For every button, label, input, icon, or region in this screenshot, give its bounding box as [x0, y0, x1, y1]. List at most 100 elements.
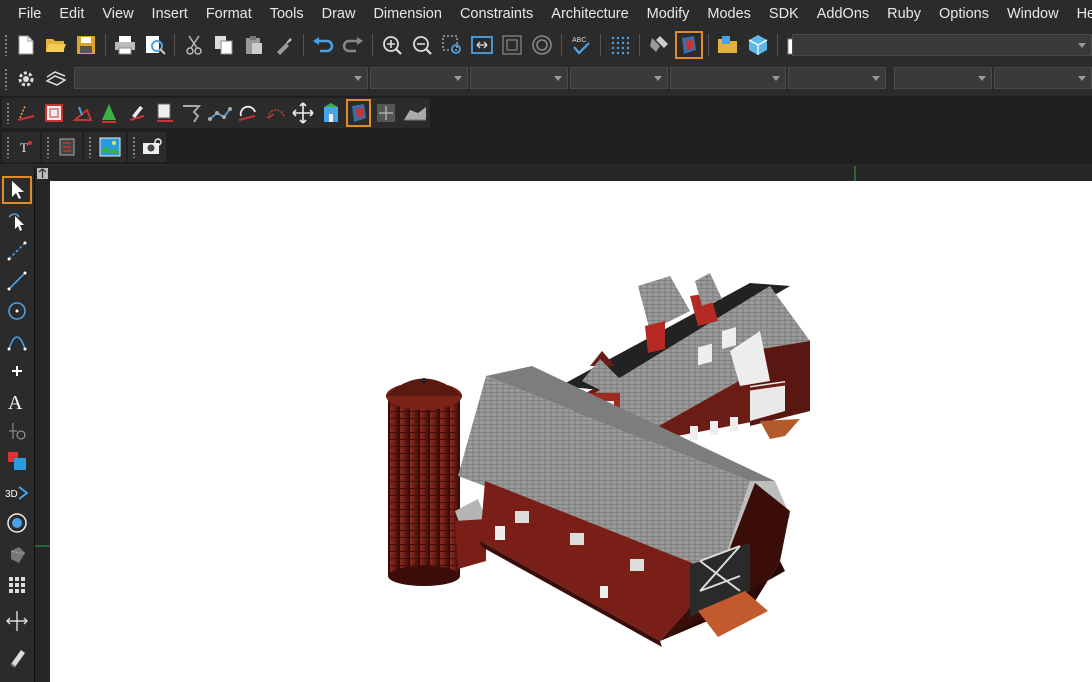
- menu-view[interactable]: View: [93, 0, 142, 28]
- match-properties-icon[interactable]: [271, 32, 297, 58]
- 3d-orbit-icon[interactable]: [3, 510, 31, 536]
- render-toolbar-row: [0, 96, 1092, 130]
- copy-icon[interactable]: [211, 32, 237, 58]
- render-icon[interactable]: [646, 32, 672, 58]
- render-setup-icon[interactable]: [15, 100, 39, 126]
- render-scene-icon[interactable]: [319, 100, 343, 126]
- render-spotlight-icon[interactable]: [98, 100, 122, 126]
- point-icon[interactable]: [3, 358, 31, 384]
- drawing-canvas[interactable]: [50, 181, 1092, 682]
- plotstyle-combo[interactable]: [670, 67, 786, 89]
- render-background-icon[interactable]: [125, 100, 149, 126]
- eraser-icon[interactable]: [3, 646, 31, 672]
- select-vertex-icon[interactable]: [3, 208, 31, 234]
- circle-icon[interactable]: [3, 298, 31, 324]
- grid-icon[interactable]: [3, 572, 31, 598]
- paste-icon[interactable]: [241, 32, 267, 58]
- menu-draw[interactable]: Draw: [313, 0, 365, 28]
- transparency-combo[interactable]: [788, 67, 886, 89]
- layer-list-icon[interactable]: [55, 134, 80, 160]
- color-combo[interactable]: [370, 67, 468, 89]
- text-style-icon[interactable]: T: [15, 134, 38, 160]
- lineweight-combo[interactable]: [570, 67, 668, 89]
- render-material-icon[interactable]: [42, 100, 66, 126]
- 3d-icon[interactable]: 3D: [3, 480, 31, 506]
- menu-help[interactable]: Help: [1068, 0, 1092, 28]
- toolbar-grip[interactable]: [4, 68, 8, 90]
- menu-insert[interactable]: Insert: [143, 0, 197, 28]
- toolbar-grip[interactable]: [4, 34, 8, 56]
- zoom-window-icon[interactable]: [439, 32, 465, 58]
- 3d-view-icon[interactable]: [745, 32, 771, 58]
- render-arc-icon[interactable]: [264, 100, 288, 126]
- save-icon[interactable]: [73, 32, 99, 58]
- spell-check-icon[interactable]: ABC: [568, 32, 594, 58]
- properties-toolbar: [0, 64, 71, 94]
- zoom-all-icon[interactable]: [499, 32, 525, 58]
- gear-icon[interactable]: [13, 66, 39, 92]
- zoom-out-icon[interactable]: [409, 32, 435, 58]
- stretch-icon[interactable]: [3, 608, 31, 634]
- toolbar-grip[interactable]: [6, 102, 10, 124]
- dimension-icon[interactable]: [3, 418, 31, 444]
- render-rotate-icon[interactable]: [236, 100, 260, 126]
- print-icon[interactable]: [112, 32, 138, 58]
- camera-icon[interactable]: [141, 134, 164, 160]
- explorer-icon[interactable]: [715, 32, 741, 58]
- line-icon[interactable]: [3, 268, 31, 294]
- menu-constraints[interactable]: Constraints: [451, 0, 542, 28]
- open-icon[interactable]: [43, 32, 69, 58]
- layer-hand-icon[interactable]: [43, 66, 69, 92]
- linetype-combo[interactable]: [470, 67, 568, 89]
- toolbar-separator: [105, 34, 106, 56]
- menu-format[interactable]: Format: [197, 0, 261, 28]
- render-fit-icon[interactable]: [374, 100, 398, 126]
- menu-architecture[interactable]: Architecture: [542, 0, 637, 28]
- dimstyle-combo[interactable]: [994, 67, 1092, 89]
- ruler-corner-icon[interactable]: [37, 168, 48, 179]
- toolbar-grip[interactable]: [88, 136, 92, 158]
- cut-icon[interactable]: [181, 32, 207, 58]
- toolbar-grip[interactable]: [46, 136, 50, 158]
- redo-icon[interactable]: [340, 32, 366, 58]
- text-icon[interactable]: A: [3, 388, 31, 414]
- undo-icon[interactable]: [310, 32, 336, 58]
- menu-tools[interactable]: Tools: [261, 0, 313, 28]
- zoom-in-icon[interactable]: [379, 32, 405, 58]
- render-land-icon[interactable]: [402, 100, 428, 126]
- menu-modify[interactable]: Modify: [638, 0, 699, 28]
- toolbar-grip[interactable]: [6, 136, 10, 158]
- textstyle-combo[interactable]: [894, 67, 992, 89]
- render-light-icon[interactable]: [70, 100, 94, 126]
- render-fog-icon[interactable]: [153, 100, 177, 126]
- new-icon[interactable]: [13, 32, 39, 58]
- print-preview-icon[interactable]: [142, 32, 168, 58]
- menu-window[interactable]: Window: [998, 0, 1068, 28]
- menu-file[interactable]: File: [0, 0, 50, 28]
- snap-grid-icon[interactable]: [607, 32, 633, 58]
- layer-combo[interactable]: [74, 67, 368, 89]
- menu-dimension[interactable]: Dimension: [364, 0, 451, 28]
- render-shaded-icon[interactable]: [345, 99, 372, 127]
- command-combo[interactable]: [792, 34, 1092, 56]
- zoom-extents-icon[interactable]: [469, 32, 495, 58]
- image-icon[interactable]: [97, 134, 123, 160]
- layer-properties-icon[interactable]: [3, 448, 31, 474]
- menu-modes[interactable]: Modes: [698, 0, 760, 28]
- menu-edit[interactable]: Edit: [50, 0, 93, 28]
- polyline-icon[interactable]: [3, 238, 31, 264]
- render-distant-light-icon[interactable]: [180, 100, 204, 126]
- solid-icon[interactable]: [3, 542, 31, 568]
- render-move-icon[interactable]: [291, 100, 315, 126]
- toolbar-separator: [174, 34, 175, 56]
- zoom-realtime-icon[interactable]: [529, 32, 555, 58]
- menu-addons[interactable]: AddOns: [808, 0, 878, 28]
- render-path-icon[interactable]: [208, 100, 233, 126]
- arc-icon[interactable]: [3, 328, 31, 354]
- toolbar-grip[interactable]: [132, 136, 136, 158]
- render-shaded-icon[interactable]: [675, 31, 703, 59]
- menu-options[interactable]: Options: [930, 0, 998, 28]
- menu-sdk[interactable]: SDK: [760, 0, 808, 28]
- select-icon[interactable]: [2, 176, 32, 204]
- menu-ruby[interactable]: Ruby: [878, 0, 930, 28]
